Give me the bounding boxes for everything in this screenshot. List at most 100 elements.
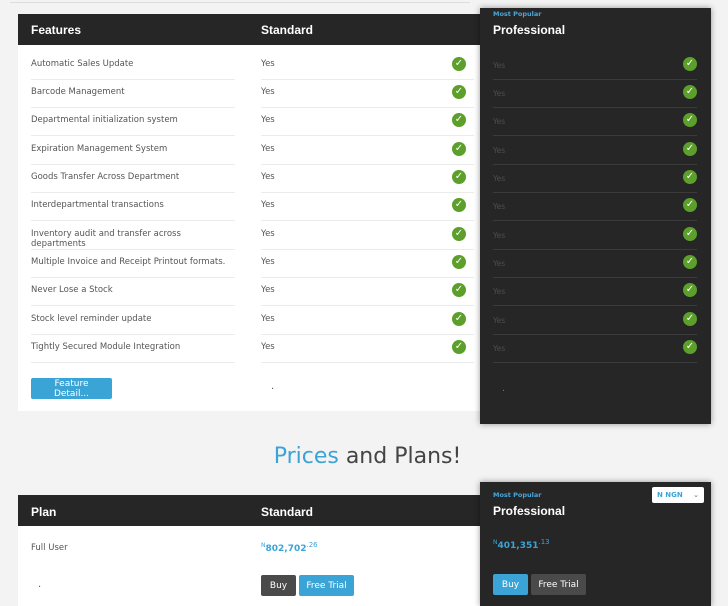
standard-price-amount: 802,702 xyxy=(265,544,307,554)
standard-value: Yes xyxy=(261,342,275,352)
plan-row2-dot: . xyxy=(38,579,42,590)
feature-row: Inventory audit and transfer across depa… xyxy=(18,222,480,250)
feature-row: Departmental initialization system Yes ✓ xyxy=(18,108,480,136)
check-circle-icon: ✓ xyxy=(452,340,466,354)
check-circle-icon: ✓ xyxy=(452,255,466,269)
feature-name: Inventory audit and transfer across depa… xyxy=(31,229,181,249)
check-circle-icon: ✓ xyxy=(683,198,697,212)
check-circle-icon: ✓ xyxy=(683,170,697,184)
professional-value: Yes xyxy=(493,259,506,268)
row-divider xyxy=(31,305,235,306)
feature-row: Stock level reminder update Yes ✓ xyxy=(18,307,480,335)
professional-price: N401,351.13 xyxy=(493,538,550,551)
row-divider xyxy=(493,305,697,306)
row-divider xyxy=(31,135,235,136)
professional-row: Yes ✓ xyxy=(480,108,711,136)
row-divider xyxy=(493,135,697,136)
professional-plan-card: Most Popular Professional N NGN ⌄ N401,3… xyxy=(480,482,711,606)
row-divider xyxy=(31,362,235,363)
professional-free-trial-button[interactable]: Free Trial xyxy=(531,574,586,595)
check-circle-icon: ✓ xyxy=(683,113,697,127)
check-circle-icon: ✓ xyxy=(683,255,697,269)
row-divider xyxy=(261,135,474,136)
prices-heading: Prices and Plans! xyxy=(0,444,728,469)
standard-value: Yes xyxy=(261,200,275,210)
check-circle-icon: ✓ xyxy=(683,312,697,326)
feature-row: Never Lose a Stock Yes ✓ xyxy=(18,278,480,306)
feature-name: Multiple Invoice and Receipt Printout fo… xyxy=(31,257,226,267)
plan-header: Plan Standard xyxy=(18,495,480,526)
standard-value: Yes xyxy=(261,87,275,97)
standard-value: Yes xyxy=(261,285,275,295)
top-divider xyxy=(10,2,470,3)
professional-row: Yes ✓ xyxy=(480,137,711,165)
check-circle-icon: ✓ xyxy=(683,85,697,99)
check-circle-icon: ✓ xyxy=(452,57,466,71)
standard-free-trial-button[interactable]: Free Trial xyxy=(299,575,354,596)
features-header-label: Features xyxy=(31,23,82,37)
standard-value: Yes xyxy=(261,144,275,154)
feature-detail-button[interactable]: Feature Detail... xyxy=(31,378,112,399)
most-popular-badge: Most Popular xyxy=(493,491,542,499)
professional-value: Yes xyxy=(493,174,506,183)
professional-value: Yes xyxy=(493,231,506,240)
check-circle-icon: ✓ xyxy=(452,85,466,99)
standard-footer-dot: . xyxy=(271,381,275,392)
standard-plan-header-label: Standard xyxy=(261,505,314,519)
professional-value: Yes xyxy=(493,287,506,296)
standard-value: Yes xyxy=(261,59,275,69)
check-circle-icon: ✓ xyxy=(683,227,697,241)
feature-row: Multiple Invoice and Receipt Printout fo… xyxy=(18,250,480,278)
professional-column: Most Popular Professional Yes ✓ Yes ✓ Yes ✓… xyxy=(480,8,711,424)
row-divider xyxy=(493,362,697,363)
check-circle-icon: ✓ xyxy=(452,170,466,184)
check-circle-icon: ✓ xyxy=(452,227,466,241)
check-circle-icon: ✓ xyxy=(452,198,466,212)
check-circle-icon: ✓ xyxy=(452,142,466,156)
standard-buy-button[interactable]: Buy xyxy=(261,575,296,596)
professional-price-cents: .13 xyxy=(538,538,550,546)
professional-row: Yes ✓ xyxy=(480,250,711,278)
standard-value: Yes xyxy=(261,115,275,125)
features-table: Features Standard Automatic Sales Update… xyxy=(18,14,480,411)
professional-value: Yes xyxy=(493,316,506,325)
feature-row: Tightly Secured Module Integration Yes ✓ xyxy=(18,335,480,363)
feature-name: Tightly Secured Module Integration xyxy=(31,342,181,352)
check-circle-icon: ✓ xyxy=(683,142,697,156)
standard-value: Yes xyxy=(261,172,275,182)
feature-row: Goods Transfer Across Department Yes ✓ xyxy=(18,165,480,193)
professional-row: Yes ✓ xyxy=(480,80,711,108)
professional-row: Yes ✓ xyxy=(480,335,711,363)
professional-value: Yes xyxy=(493,117,506,126)
standard-value: Yes xyxy=(261,314,275,324)
row-divider xyxy=(261,220,474,221)
feature-row: Barcode Management Yes ✓ xyxy=(18,80,480,108)
check-circle-icon: ✓ xyxy=(452,113,466,127)
professional-row: Yes ✓ xyxy=(480,222,711,250)
row-divider xyxy=(31,220,235,221)
standard-value: Yes xyxy=(261,229,275,239)
professional-plan-title: Professional xyxy=(493,504,566,518)
features-header: Features Standard xyxy=(18,14,480,45)
feature-name: Stock level reminder update xyxy=(31,314,152,324)
professional-buy-button[interactable]: Buy xyxy=(493,574,528,595)
professional-row: Yes ✓ xyxy=(480,307,711,335)
professional-row: Yes ✓ xyxy=(480,165,711,193)
standard-price: N802,702.26 xyxy=(261,541,318,554)
row-divider xyxy=(261,305,474,306)
row-divider xyxy=(261,362,474,363)
professional-row: Yes ✓ xyxy=(480,278,711,306)
feature-row: Automatic Sales Update Yes ✓ xyxy=(18,52,480,80)
currency-select[interactable]: N NGN ⌄ xyxy=(652,487,704,503)
row-divider xyxy=(493,220,697,221)
prices-heading-accent: Prices xyxy=(273,444,339,469)
check-circle-icon: ✓ xyxy=(683,340,697,354)
check-circle-icon: ✓ xyxy=(683,283,697,297)
feature-row: Expiration Management System Yes ✓ xyxy=(18,137,480,165)
feature-name: Goods Transfer Across Department xyxy=(31,172,180,182)
standard-price-cents: .26 xyxy=(306,541,318,549)
professional-value: Yes xyxy=(493,61,506,70)
professional-value: Yes xyxy=(493,146,506,155)
professional-footer-dot: . xyxy=(502,383,506,394)
plan-row-label: Full User xyxy=(31,543,68,553)
